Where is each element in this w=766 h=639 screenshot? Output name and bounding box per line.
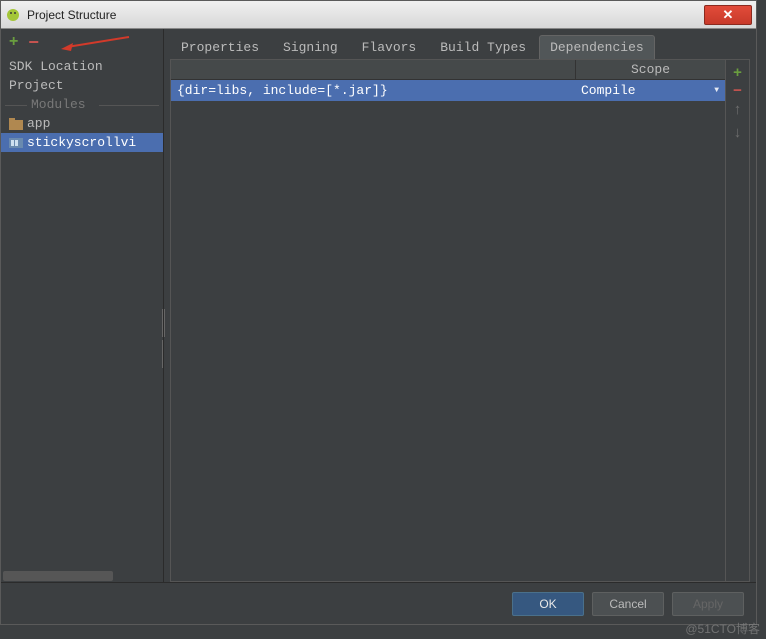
remove-dependency-button[interactable]: −	[733, 87, 742, 95]
sidebar-module-stickyscrollview[interactable]: stickyscrollvi	[1, 133, 163, 152]
tab-flavors[interactable]: Flavors	[351, 35, 428, 59]
sidebar-toolbar: + −	[1, 29, 163, 55]
folder-icon	[9, 118, 23, 130]
watermark: @51CTO博客	[685, 620, 760, 637]
sidebar-item-sdk-location[interactable]: SDK Location	[1, 57, 163, 76]
titlebar: Project Structure ✕	[1, 1, 756, 29]
tab-signing[interactable]: Signing	[272, 35, 349, 59]
dialog-footer: OK Cancel Apply	[1, 582, 756, 624]
dependencies-table: Scope {dir=libs, include=[*.jar]} Compil…	[171, 60, 725, 581]
project-structure-window: Project Structure ✕ + − SDK Location Pro…	[0, 0, 757, 625]
sidebar-module-app[interactable]: app	[1, 114, 163, 133]
close-button[interactable]: ✕	[704, 5, 752, 25]
tab-dependencies[interactable]: Dependencies	[539, 35, 655, 60]
sidebar-h-scrollbar[interactable]	[1, 570, 163, 582]
dependencies-table-header: Scope	[171, 60, 725, 80]
tab-build-types[interactable]: Build Types	[429, 35, 537, 59]
sidebar-module-label: app	[27, 116, 50, 131]
chevron-down-icon: ▼	[714, 86, 719, 95]
apply-button[interactable]: Apply	[672, 592, 744, 616]
window-title: Project Structure	[27, 8, 704, 22]
splitter-handle[interactable]	[162, 309, 167, 337]
dependency-scope-label: Compile	[581, 83, 636, 98]
column-dependency	[171, 60, 575, 79]
move-up-button[interactable]: ↑	[734, 101, 742, 118]
sidebar-list: SDK Location Project Modules app stickys…	[1, 55, 163, 570]
content-panel: Properties Signing Flavors Build Types D…	[164, 29, 756, 582]
ok-button[interactable]: OK	[512, 592, 584, 616]
move-down-button[interactable]: ↓	[734, 124, 742, 141]
sidebar-section-modules: Modules	[1, 95, 163, 114]
dependency-value: {dir=libs, include=[*.jar]}	[171, 83, 575, 98]
sidebar-module-label: stickyscrollvi	[27, 135, 136, 150]
tab-properties[interactable]: Properties	[170, 35, 270, 59]
remove-module-button[interactable]: −	[28, 37, 39, 47]
sidebar: + − SDK Location Project Modules app	[1, 29, 164, 582]
dependencies-toolbar: + − ↑ ↓	[725, 60, 749, 581]
annotation-arrow	[61, 35, 131, 51]
cancel-button[interactable]: Cancel	[592, 592, 664, 616]
dependency-row[interactable]: {dir=libs, include=[*.jar]} Compile ▼	[171, 80, 725, 101]
add-module-button[interactable]: +	[9, 33, 18, 51]
dependency-scope-dropdown[interactable]: Compile ▼	[575, 83, 725, 98]
column-scope: Scope	[575, 60, 725, 79]
sidebar-item-project[interactable]: Project	[1, 76, 163, 95]
main-area: + − SDK Location Project Modules app	[1, 29, 756, 582]
tabs: Properties Signing Flavors Build Types D…	[170, 35, 750, 59]
dependencies-panel: Scope {dir=libs, include=[*.jar]} Compil…	[170, 59, 750, 582]
add-dependency-button[interactable]: +	[733, 64, 742, 81]
app-icon	[5, 7, 21, 23]
close-icon: ✕	[723, 7, 734, 23]
module-icon	[9, 137, 23, 149]
